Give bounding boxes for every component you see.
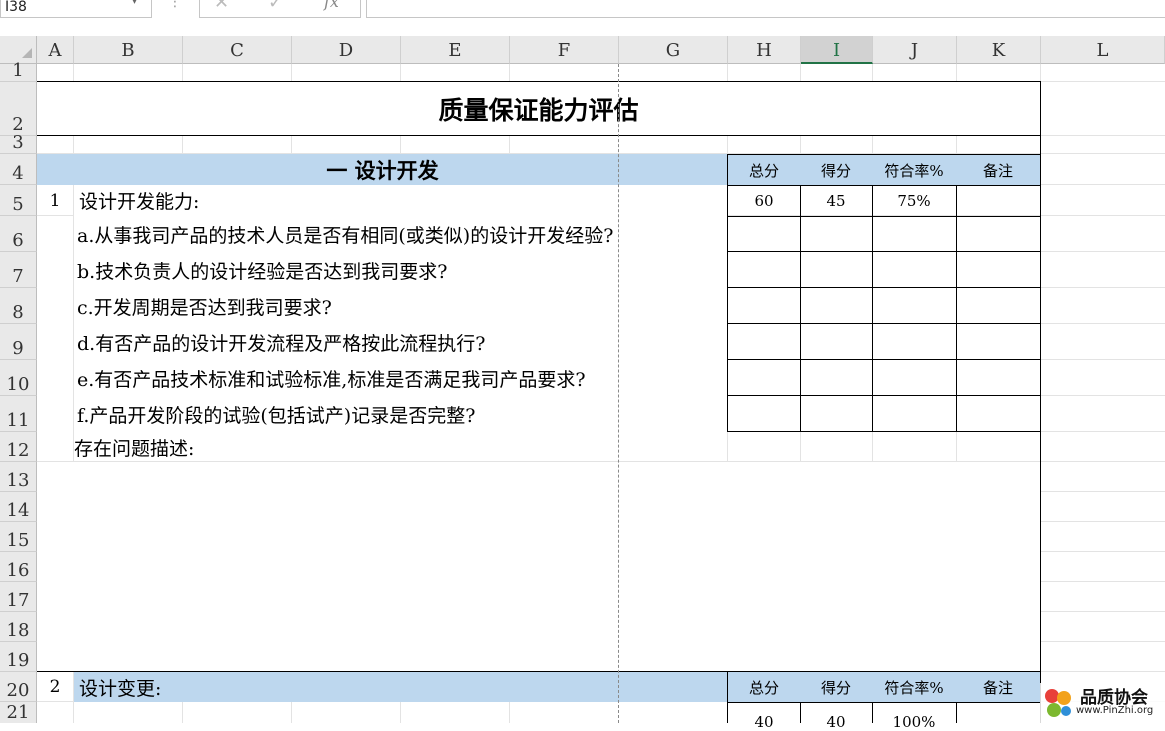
- column-header-b[interactable]: B: [74, 36, 183, 64]
- cancel-icon[interactable]: ✕: [214, 0, 229, 13]
- header2-remark[interactable]: 备注: [956, 672, 1041, 703]
- item2-number[interactable]: 2: [37, 672, 73, 702]
- row-header-13[interactable]: 13: [0, 462, 37, 492]
- item2-label[interactable]: 设计变更:: [79, 672, 719, 702]
- more-options-icon[interactable]: ⋮: [168, 0, 182, 10]
- column-header-g[interactable]: G: [619, 36, 728, 64]
- total2-value[interactable]: 40: [727, 702, 801, 731]
- row-header-16[interactable]: 16: [0, 552, 37, 582]
- question-f[interactable]: f.产品开发阶段的试验(包括试产)记录是否完整?: [77, 396, 727, 432]
- header-total[interactable]: 总分: [727, 154, 801, 186]
- insert-function-icon[interactable]: fx: [324, 0, 339, 11]
- row-header-18[interactable]: 18: [0, 612, 37, 642]
- issues-label[interactable]: 存在问题描述:: [74, 432, 474, 462]
- score-value[interactable]: 45: [800, 185, 873, 217]
- row-header-6[interactable]: 6: [0, 216, 37, 252]
- row-header-2[interactable]: 2: [0, 82, 37, 136]
- sheet-title: 质量保证能力评估: [438, 95, 639, 125]
- name-box[interactable]: I38: [0, 0, 152, 18]
- row-header-21[interactable]: 21: [0, 702, 37, 723]
- column-header-c[interactable]: C: [183, 36, 292, 64]
- question-a[interactable]: a.从事我司产品的技术人员是否有相同(或类似)的设计开发经验?: [77, 216, 727, 252]
- border: [37, 135, 1041, 136]
- column-header-j[interactable]: J: [873, 36, 957, 64]
- remark-value[interactable]: [956, 185, 1041, 217]
- item-label[interactable]: 设计开发能力:: [79, 185, 719, 216]
- column-header-k[interactable]: K: [957, 36, 1041, 64]
- column-header-f[interactable]: F: [510, 36, 619, 64]
- column-header-h[interactable]: H: [728, 36, 801, 64]
- header-rate[interactable]: 符合率%: [872, 154, 957, 186]
- watermark-url: www.PinZhi.org: [1076, 705, 1154, 716]
- header-score[interactable]: 得分: [800, 154, 873, 186]
- row-header-11[interactable]: 11: [0, 396, 37, 432]
- header2-total[interactable]: 总分: [727, 672, 801, 703]
- row-header-17[interactable]: 17: [0, 582, 37, 612]
- select-all-triangle-icon: [22, 48, 32, 58]
- chevron-down-icon[interactable]: ▾: [132, 0, 137, 7]
- column-header-a[interactable]: A: [37, 36, 74, 64]
- row-border: [727, 396, 1041, 432]
- question-b[interactable]: b.技术负责人的设计经验是否达到我司要求?: [77, 252, 727, 288]
- row-header-20[interactable]: 20: [0, 672, 37, 702]
- column-a-merged: [37, 216, 73, 461]
- page-break-line: [618, 64, 619, 723]
- item-number[interactable]: 1: [37, 185, 73, 216]
- row-header-15[interactable]: 15: [0, 522, 37, 552]
- row-header-5[interactable]: 5: [0, 185, 37, 216]
- row-border: [727, 360, 1041, 396]
- header2-rate[interactable]: 符合率%: [872, 672, 957, 703]
- column-header-i[interactable]: I: [801, 36, 873, 64]
- total-value[interactable]: 60: [727, 185, 801, 217]
- enter-icon[interactable]: ✓: [268, 0, 283, 13]
- row-border: [727, 216, 1041, 252]
- question-d[interactable]: d.有否产品的设计开发流程及严格按此流程执行?: [77, 324, 727, 360]
- rate-value[interactable]: 75%: [872, 185, 957, 217]
- watermark-logo-icon: [1045, 689, 1071, 717]
- column-header-e[interactable]: E: [401, 36, 510, 64]
- score2-value[interactable]: 40: [800, 702, 873, 731]
- issue-description-area[interactable]: [37, 462, 1040, 671]
- row-header-19[interactable]: 19: [0, 642, 37, 672]
- row-border: [727, 252, 1041, 288]
- formula-input[interactable]: [366, 0, 1165, 18]
- header-remark[interactable]: 备注: [956, 154, 1041, 186]
- column-header-d[interactable]: D: [292, 36, 401, 64]
- row-border: [727, 288, 1041, 324]
- row-header-9[interactable]: 9: [0, 324, 37, 360]
- header2-score[interactable]: 得分: [800, 672, 873, 703]
- row-header-4[interactable]: 4: [0, 154, 37, 185]
- column-header-l[interactable]: L: [1041, 36, 1165, 64]
- row-header-7[interactable]: 7: [0, 252, 37, 288]
- row-header-10[interactable]: 10: [0, 360, 37, 396]
- section-heading[interactable]: 一 设计开发: [37, 154, 728, 185]
- row-header-1[interactable]: 1: [0, 60, 37, 82]
- question-c[interactable]: c.开发周期是否达到我司要求?: [77, 288, 727, 324]
- row-border: [727, 324, 1041, 360]
- row-header-12[interactable]: 12: [0, 432, 37, 462]
- row-header-8[interactable]: 8: [0, 288, 37, 324]
- remark2-value[interactable]: [956, 702, 1041, 723]
- question-e[interactable]: e.有否产品技术标准和试验标准,标准是否满足我司产品要求?: [77, 360, 727, 396]
- row-header-14[interactable]: 14: [0, 492, 37, 522]
- rate2-value[interactable]: 100%: [872, 702, 957, 731]
- row-header-3[interactable]: 3: [0, 132, 37, 154]
